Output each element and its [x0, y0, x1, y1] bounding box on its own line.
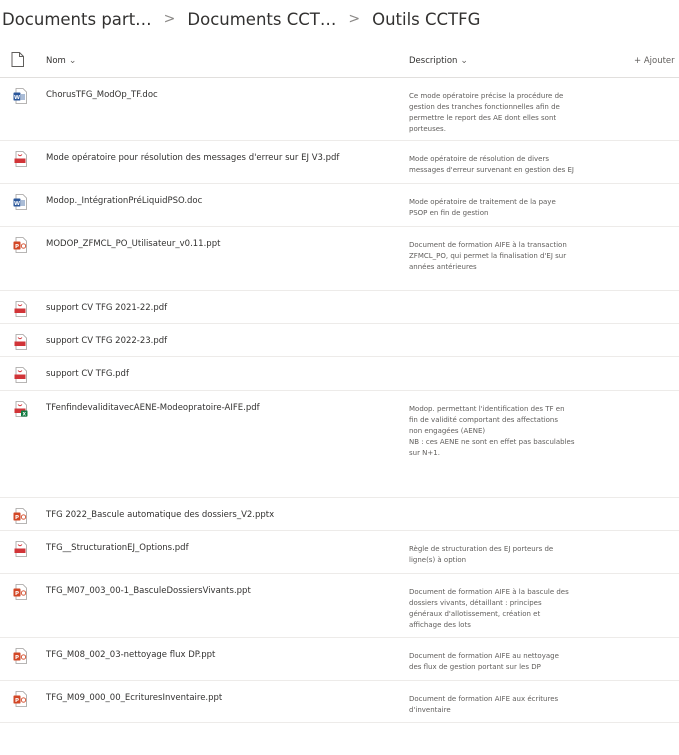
- description-line: Règle de structuration des EJ porteurs d…: [409, 545, 554, 553]
- table-row[interactable]: P TFG 2022_Bascule automatique des dossie…: [0, 498, 679, 531]
- description-line: NB : ces AENE ne sont en effet pas bascu…: [409, 438, 575, 446]
- description-line: ligne(s) à option: [409, 556, 467, 564]
- file-description: Mode opératoire de résolution de divers m…: [409, 154, 624, 176]
- file-description: Document de formation AIFE aux écritures…: [409, 694, 624, 716]
- table-row[interactable]: X TFenfindevaliditavecAENE-Modeopratoire-…: [0, 391, 679, 498]
- file-name-link[interactable]: TFG_M07_003_00-1_BasculeDossiersVivants.…: [46, 586, 251, 596]
- powerpoint-file-icon: P: [13, 584, 27, 600]
- file-name-link[interactable]: Mode opératoire pour résolution des mess…: [46, 153, 339, 163]
- file-rows: W ChorusTFG_ModOp_TF.doc Ce mode opératoir…: [0, 78, 679, 723]
- svg-text:P: P: [15, 515, 19, 521]
- file-list: Nom ⌄ Description ⌄ + Ajouter W ChorusTFG_M…: [0, 44, 679, 723]
- description-line: Ce mode opératoire précise la procédure …: [409, 92, 564, 100]
- breadcrumb-item-documents-cct[interactable]: Documents CCT…: [187, 10, 336, 29]
- file-name-link[interactable]: TFenfindevaliditavecAENE-Modeopratoire-A…: [46, 403, 260, 413]
- description-line: PSOP en fin de gestion: [409, 209, 489, 217]
- powerpoint-file-icon: P: [13, 648, 27, 664]
- description-line: dossiers vivants, détaillant : principes: [409, 599, 542, 607]
- breadcrumb: Documents part… > Documents CCT… > Outil…: [0, 0, 679, 38]
- description-line: Mode opératoire de résolution de divers: [409, 155, 550, 163]
- description-line: Document de formation AIFE à la transact…: [409, 241, 567, 249]
- breadcrumb-item-outils-cctfg: Outils CCTFG: [372, 9, 481, 29]
- table-row[interactable]: W ChorusTFG_ModOp_TF.doc Ce mode opératoir…: [0, 78, 679, 141]
- description-line: porteuses.: [409, 125, 446, 133]
- breadcrumb-separator-icon: >: [163, 11, 176, 27]
- table-row[interactable]: Mode opératoire pour résolution des mess…: [0, 141, 679, 184]
- file-name-link[interactable]: MODOP_ZFMCL_PO_Utilisateur_v0.11.ppt: [46, 239, 220, 249]
- description-line: ZFMCL_PO, qui permet la finalisation d'E…: [409, 252, 567, 260]
- table-row[interactable]: support CV TFG.pdf: [0, 357, 679, 391]
- table-row[interactable]: P MODOP_ZFMCL_PO_Utilisateur_v0.11.ppt Doc…: [0, 227, 679, 291]
- table-row[interactable]: P TFG_M07_003_00-1_BasculeDossiersVivants…: [0, 574, 679, 638]
- table-row[interactable]: TFG__StructurationEJ_Options.pdf Règle de…: [0, 531, 679, 574]
- list-header: Nom ⌄ Description ⌄ + Ajouter: [0, 44, 679, 78]
- file-description: Règle de structuration des EJ porteurs d…: [409, 544, 624, 566]
- description-line: d'inventaire: [409, 706, 451, 714]
- powerpoint-file-icon: P: [13, 508, 27, 524]
- file-name-link[interactable]: support CV TFG 2022-23.pdf: [46, 336, 167, 346]
- pdf-file-icon: [13, 334, 27, 350]
- breadcrumb-separator-icon: >: [348, 11, 361, 27]
- file-description: Document de formation AIFE à la transact…: [409, 240, 624, 273]
- description-line: non engagées (AENE): [409, 427, 486, 435]
- word-file-icon: W: [13, 88, 27, 104]
- description-line: permettre le report des AE dont elles so…: [409, 114, 557, 122]
- file-name-link[interactable]: TFG 2022_Bascule automatique des dossier…: [46, 510, 274, 520]
- table-row[interactable]: W Modop._IntégrationPréLiquidPSO.doc Mode …: [0, 184, 679, 227]
- svg-text:P: P: [15, 591, 19, 597]
- powerpoint-file-icon: P: [13, 237, 27, 253]
- description-line: sur N+1.: [409, 449, 440, 457]
- table-row[interactable]: P TFG_M09_000_00_EcrituresInventaire.ppt D…: [0, 681, 679, 723]
- file-name-link[interactable]: support CV TFG.pdf: [46, 369, 129, 379]
- table-row[interactable]: support CV TFG 2022-23.pdf: [0, 324, 679, 357]
- description-line: Modop. permettant l'identification des T…: [409, 405, 565, 413]
- description-line: des flux de gestion portant sur les DP: [409, 663, 541, 671]
- file-description: Mode opératoire de traitement de la paye…: [409, 197, 624, 219]
- file-description: Document de formation AIFE au nettoyage d…: [409, 651, 624, 673]
- table-row[interactable]: support CV TFG 2021-22.pdf: [0, 291, 679, 324]
- file-description: Document de formation AIFE à la bascule …: [409, 587, 624, 631]
- chevron-down-icon: ⌄: [68, 56, 77, 66]
- description-line: Document de formation AIFE aux écritures: [409, 695, 559, 703]
- chevron-down-icon: ⌄: [460, 56, 468, 66]
- svg-text:W: W: [14, 95, 20, 101]
- file-name-link[interactable]: Modop._IntégrationPréLiquidPSO.doc: [46, 196, 202, 206]
- description-line: années antérieures: [409, 263, 477, 271]
- description-line: affichage des lots: [409, 621, 471, 629]
- file-description: Modop. permettant l'identification des T…: [409, 404, 624, 459]
- description-line: Document de formation AIFE à la bascule …: [409, 588, 569, 596]
- description-line: fin de validité comportant des affectati…: [409, 416, 559, 424]
- word-file-icon: W: [13, 194, 27, 210]
- powerpoint-file-icon: P: [13, 691, 27, 707]
- pdf-excel-file-icon: X: [13, 401, 28, 417]
- column-header-description[interactable]: Description ⌄: [409, 56, 468, 66]
- table-row[interactable]: P TFG_M08_002_03-nettoyage flux DP.ppt Doc…: [0, 638, 679, 681]
- file-name-link[interactable]: support CV TFG 2021-22.pdf: [46, 303, 167, 313]
- description-line: messages d'erreur survenant en gestion d…: [409, 166, 574, 174]
- breadcrumb-item-documents-partages[interactable]: Documents part…: [2, 10, 152, 29]
- file-name-link[interactable]: TFG__StructurationEJ_Options.pdf: [46, 543, 189, 553]
- description-line: gestion des tranches fonctionnelles afin…: [409, 103, 560, 111]
- description-line: Document de formation AIFE au nettoyage: [409, 652, 559, 660]
- column-name-label: Nom: [46, 56, 66, 66]
- column-header-name[interactable]: Nom ⌄: [46, 56, 76, 66]
- file-type-column-icon[interactable]: [11, 52, 24, 70]
- svg-text:W: W: [14, 201, 20, 207]
- svg-text:P: P: [15, 698, 19, 704]
- file-name-link[interactable]: ChorusTFG_ModOp_TF.doc: [46, 90, 158, 100]
- svg-text:P: P: [15, 655, 19, 661]
- svg-text:X: X: [23, 411, 27, 417]
- description-line: généraux d'allotissement, création et: [409, 610, 541, 618]
- pdf-file-icon: [13, 541, 27, 557]
- file-name-link[interactable]: TFG_M08_002_03-nettoyage flux DP.ppt: [46, 650, 215, 660]
- pdf-file-icon: [13, 151, 27, 167]
- column-description-label: Description: [409, 56, 458, 66]
- description-line: Mode opératoire de traitement de la paye: [409, 198, 556, 206]
- file-name-link[interactable]: TFG_M09_000_00_EcrituresInventaire.ppt: [46, 693, 222, 703]
- svg-text:P: P: [15, 244, 19, 250]
- pdf-file-icon: [13, 301, 27, 317]
- file-description: Ce mode opératoire précise la procédure …: [409, 91, 624, 135]
- add-column-button[interactable]: + Ajouter: [634, 56, 675, 66]
- pdf-file-icon: [13, 367, 27, 383]
